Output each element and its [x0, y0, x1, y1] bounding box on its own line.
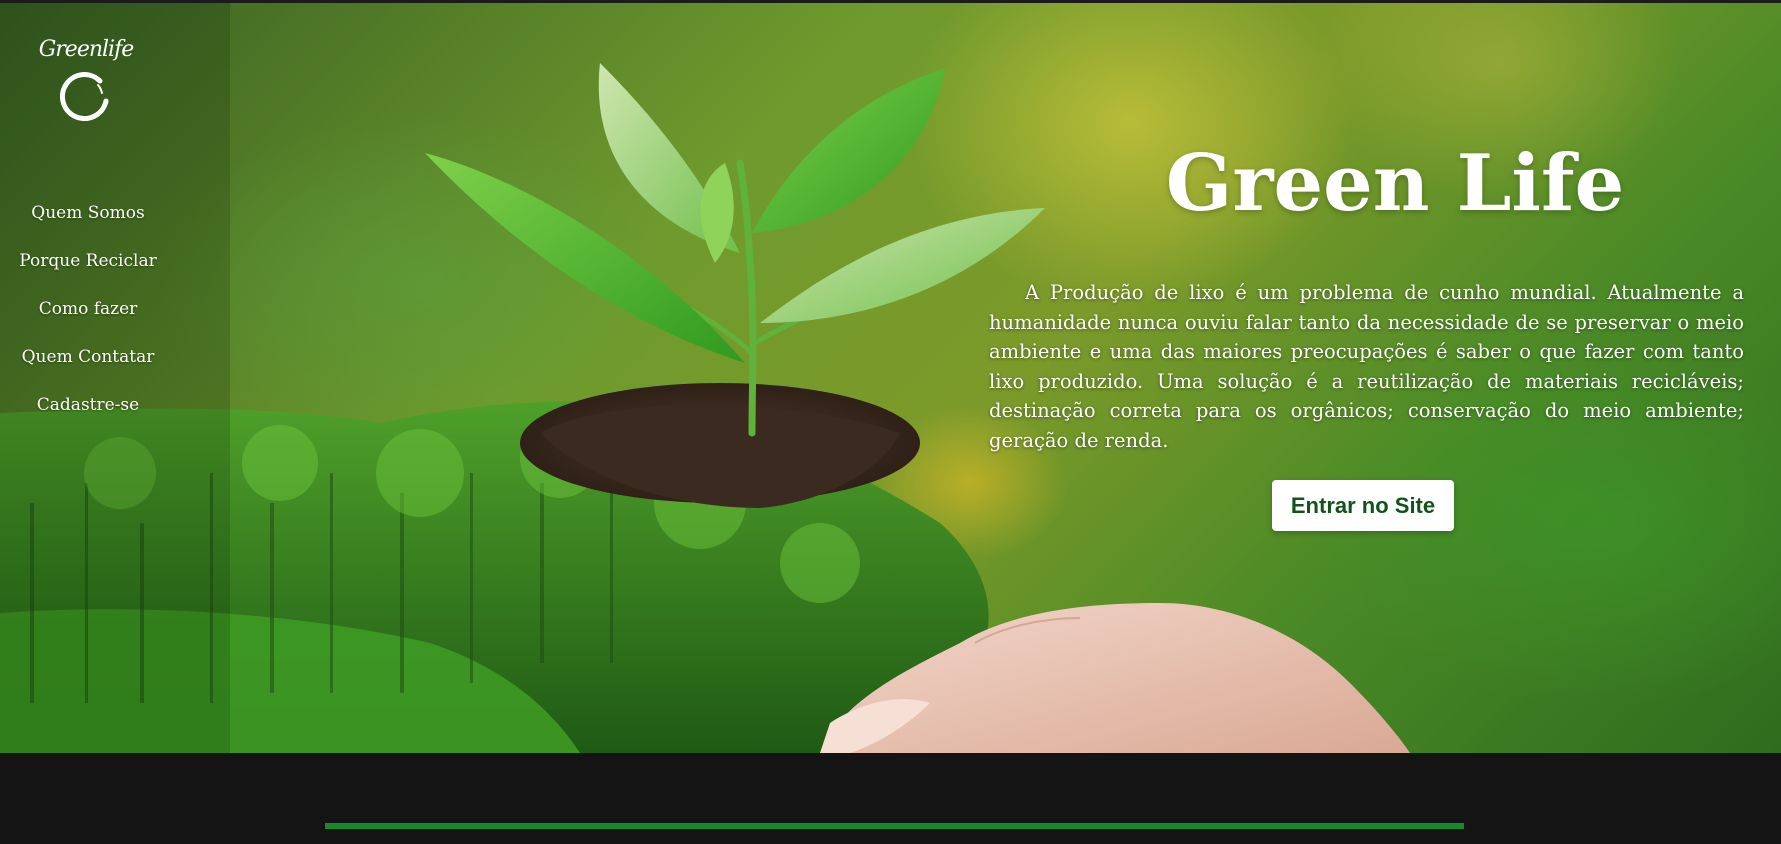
footer-accent-line — [325, 823, 1464, 829]
main-nav: Quem Somos Porque Reciclar Como fazer Qu… — [0, 189, 176, 429]
hero-section: Greenlife Quem Somos Porque Reciclar Com… — [0, 3, 1781, 753]
brand-logo[interactable]: Greenlife — [36, 37, 136, 137]
hero-paragraph: A Produção de lixo é um problema de cunh… — [989, 281, 1744, 452]
sidebar: Greenlife Quem Somos Porque Reciclar Com… — [0, 3, 230, 753]
nav-item-cadastre-se[interactable]: Cadastre-se — [0, 381, 176, 429]
logo-wordmark: Greenlife — [38, 37, 135, 62]
enter-site-button[interactable]: Entrar no Site — [1272, 480, 1454, 531]
footer — [0, 753, 1781, 844]
logo-ring-icon — [60, 72, 109, 122]
page: Greenlife Quem Somos Porque Reciclar Com… — [0, 0, 1781, 844]
nav-item-como-fazer[interactable]: Como fazer — [0, 285, 176, 333]
nav-item-quem-contatar[interactable]: Quem Contatar — [0, 333, 176, 381]
hero-title: Green Life — [1165, 138, 1625, 229]
nav-item-quem-somos[interactable]: Quem Somos — [0, 189, 176, 237]
nav-item-porque-reciclar[interactable]: Porque Reciclar — [0, 237, 176, 285]
